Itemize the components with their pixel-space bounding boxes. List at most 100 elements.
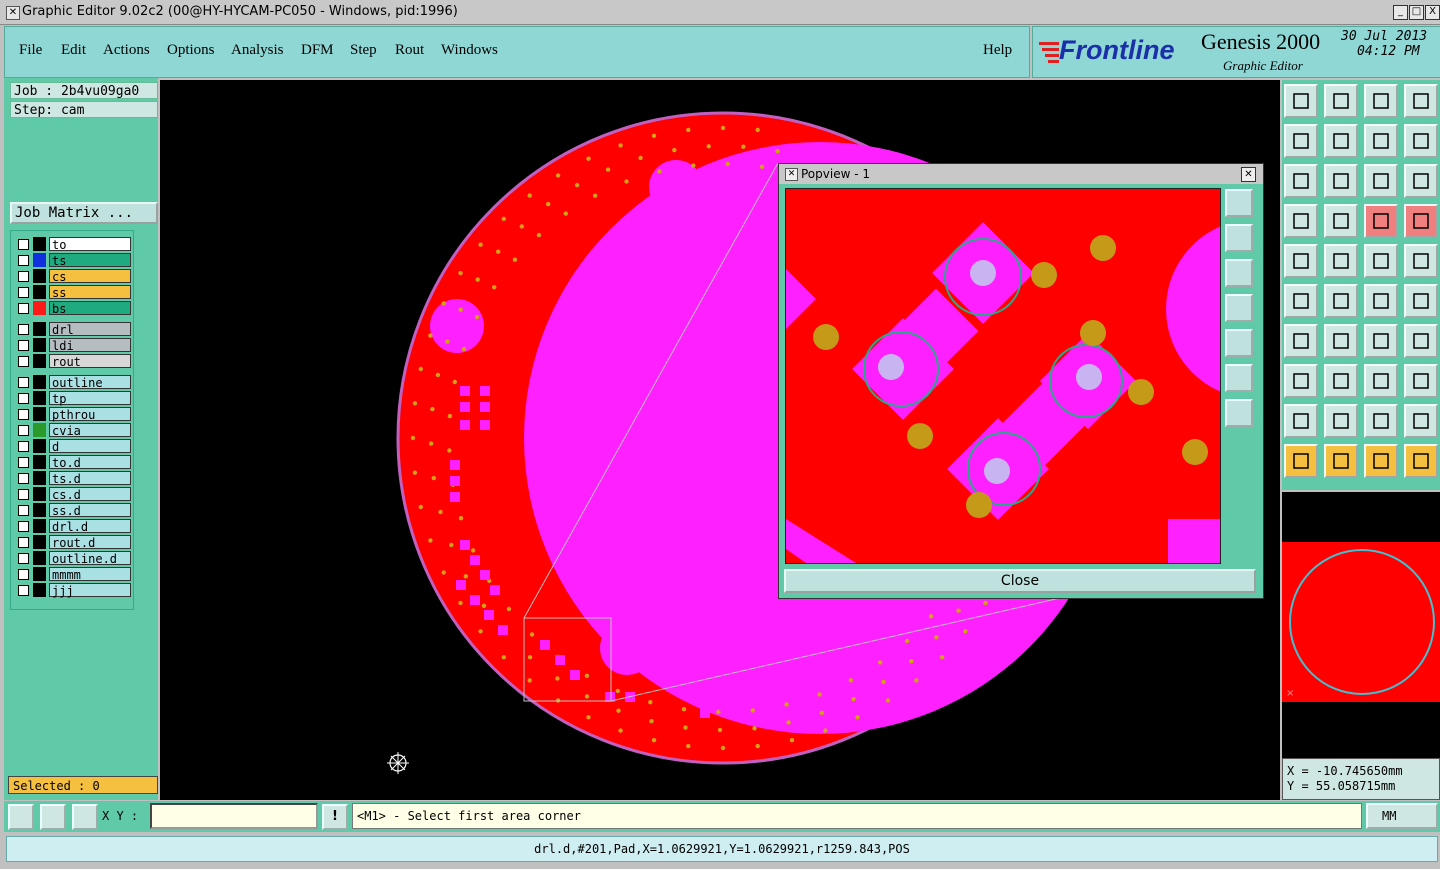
popview-tool-button[interactable] [1225,224,1253,252]
undo-icon[interactable] [1364,124,1398,158]
layer-checkbox[interactable] [18,340,29,351]
layer-row-ts-d[interactable]: ts.d [13,471,133,486]
layer-name[interactable]: rout.d [49,535,131,550]
grid-icon[interactable] [72,804,98,830]
layer-color-swatch[interactable] [33,439,46,453]
split-icon[interactable] [1324,364,1358,398]
layer-name[interactable]: ldi [49,338,131,353]
layer-color-swatch[interactable] [33,519,46,533]
layer-checkbox[interactable] [18,553,29,564]
layer-checkbox[interactable] [18,287,29,298]
maximize-icon[interactable]: □ [1409,5,1424,20]
layer-color-swatch[interactable] [33,407,46,421]
layer-row-rout-d[interactable]: rout.d [13,535,133,550]
layer-row-ss-d[interactable]: ss.d [13,503,133,518]
snap-icon[interactable] [8,804,34,830]
menu-dfm[interactable]: DFM [301,42,334,59]
job-matrix-button[interactable]: Job Matrix ... [10,202,158,224]
layer-name[interactable]: outline [49,375,131,390]
layer-color-swatch[interactable] [33,471,46,485]
connect-icon[interactable] [1284,284,1318,318]
layer-color-swatch[interactable] [33,487,46,501]
layer-color-swatch[interactable] [33,322,46,336]
zoom-icon[interactable] [1324,164,1358,198]
layer-checkbox[interactable] [18,409,29,420]
layer-row-bs[interactable]: bs [13,301,133,316]
layer-name[interactable]: rout [49,354,131,369]
arrow-icon[interactable] [1324,324,1358,358]
layer-name[interactable]: ts.d [49,471,131,486]
draw-icon[interactable] [1324,244,1358,278]
layer-color-swatch[interactable] [33,285,46,299]
layer-checkbox[interactable] [18,457,29,468]
layer-color-swatch[interactable] [33,391,46,405]
menu-windows[interactable]: Windows [441,42,498,59]
save-icon[interactable] [1324,84,1358,118]
layer-name[interactable]: tp [49,391,131,406]
layer-color-swatch[interactable] [33,423,46,437]
menu-analysis[interactable]: Analysis [231,42,284,59]
layer-checkbox[interactable] [18,377,29,388]
scale-icon[interactable] [1364,164,1398,198]
layer-checkbox[interactable] [18,271,29,282]
overview-panel[interactable]: × [1282,492,1440,758]
layer-color-swatch[interactable] [33,237,46,251]
flip-icon[interactable] [1404,324,1438,358]
popview-tool-button[interactable] [1225,364,1253,392]
move-icon[interactable] [1364,284,1398,318]
layer-checkbox[interactable] [18,303,29,314]
popview-canvas[interactable] [785,188,1221,564]
popview-tool-button[interactable] [1225,259,1253,287]
layer-checkbox[interactable] [18,441,29,452]
layer-name[interactable]: cs.d [49,487,131,502]
layer-name[interactable]: ss.d [49,503,131,518]
layer-name[interactable]: jjj [49,583,131,598]
rotate-icon[interactable] [1364,324,1398,358]
area-icon[interactable] [1364,404,1398,438]
layer-name[interactable]: cvia [49,423,131,438]
group-icon[interactable] [1404,364,1438,398]
layers-icon[interactable] [1364,204,1398,238]
layer-checkbox[interactable] [18,356,29,367]
menu-options[interactable]: Options [167,42,215,59]
popview-tool-button[interactable] [1225,329,1253,357]
select-box-icon[interactable] [1324,444,1358,478]
layer-name[interactable]: ts [49,253,131,268]
resize-icon[interactable] [1364,364,1398,398]
xy-input[interactable] [150,803,318,829]
layer-color-swatch[interactable] [33,354,46,368]
layer-row-to-d[interactable]: to.d [13,455,133,470]
layer-name[interactable]: drl.d [49,519,131,534]
units-select[interactable]: MM [1366,803,1438,829]
panel-icon[interactable] [1404,84,1438,118]
layer-row-to[interactable]: to [13,237,133,252]
pad-edit-icon[interactable] [1284,364,1318,398]
menu-file[interactable]: File [19,42,42,59]
layer-checkbox[interactable] [18,505,29,516]
layer-row-tp[interactable]: tp [13,391,133,406]
layer-color-swatch[interactable] [33,503,46,517]
layer-row-rout[interactable]: rout [13,354,133,369]
circle-icon[interactable] [1404,244,1438,278]
layer-color-swatch[interactable] [33,551,46,565]
layer-color-swatch[interactable] [33,567,46,581]
layer-name[interactable]: drl [49,322,131,337]
layer-name[interactable]: bs [49,301,131,316]
select-path-icon[interactable] [1404,444,1438,478]
layer-checkbox[interactable] [18,489,29,500]
measure-icon[interactable] [40,804,66,830]
export-icon[interactable] [1324,124,1358,158]
layer-checkbox[interactable] [18,425,29,436]
ruler-icon[interactable] [1364,244,1398,278]
polygon-icon[interactable] [1324,404,1358,438]
add-pad-icon[interactable] [1284,244,1318,278]
layer-row-outline[interactable]: outline [13,375,133,390]
menu-actions[interactable]: Actions [103,42,150,59]
layer-checkbox[interactable] [18,585,29,596]
popview-tool-button[interactable] [1225,399,1253,427]
layer-checkbox[interactable] [18,255,29,266]
layer-row-cs[interactable]: cs [13,269,133,284]
layer-checkbox[interactable] [18,393,29,404]
help-icon[interactable] [1404,164,1438,198]
menu-step[interactable]: Step [350,42,377,59]
